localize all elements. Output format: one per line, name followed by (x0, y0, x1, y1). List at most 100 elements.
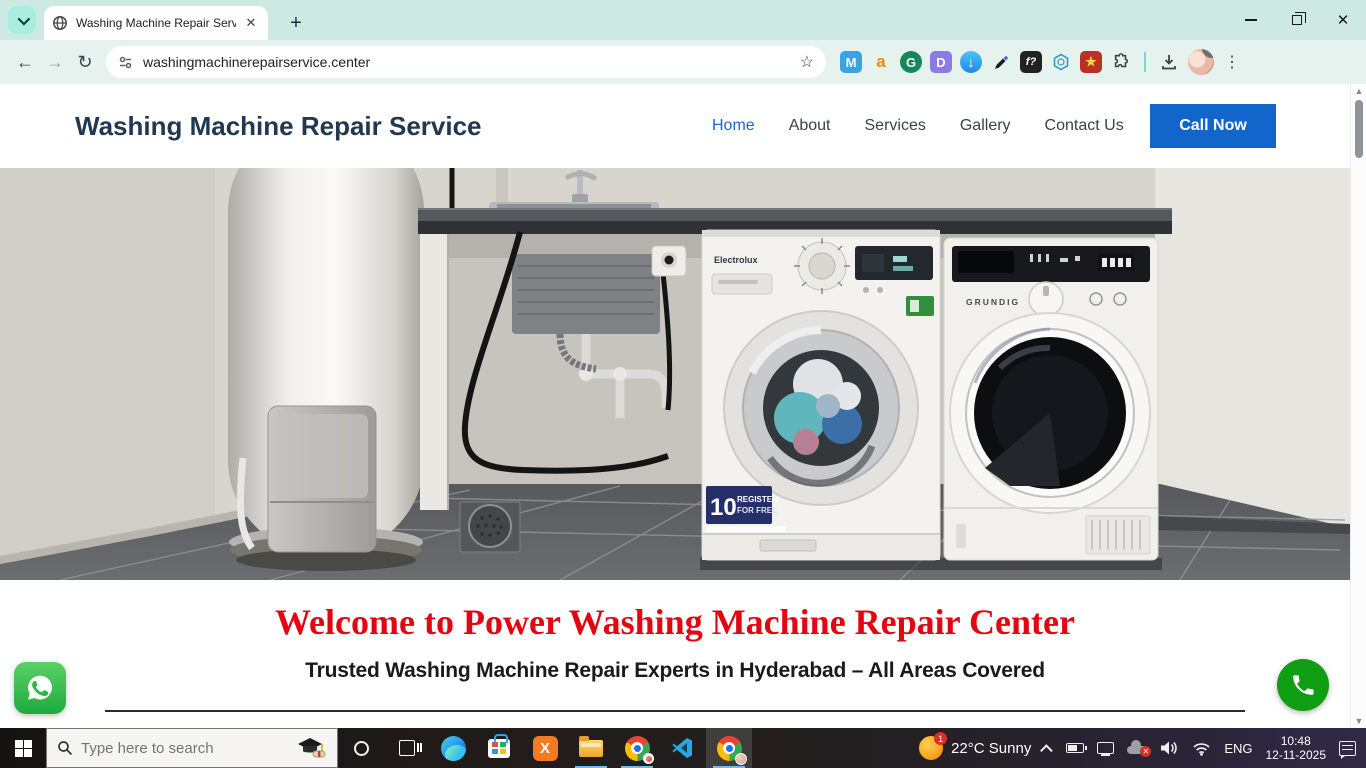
taskbar-chrome-active[interactable] (706, 728, 752, 768)
taskbar-xampp[interactable]: X (522, 728, 568, 768)
taskbar-store[interactable] (476, 728, 522, 768)
amazon-extension-icon[interactable]: a (870, 51, 892, 73)
sticker-number: 10 (710, 494, 737, 521)
eyedropper-extension-icon[interactable] (990, 51, 1012, 73)
vscode-icon (671, 736, 695, 760)
xampp-icon: X (533, 736, 558, 761)
page-scrollbar[interactable]: ▲ ▼ (1350, 84, 1366, 728)
task-view-icon (399, 740, 415, 756)
graduation-cap-icon (297, 736, 327, 760)
window-restore-button[interactable] (1274, 0, 1320, 40)
sun-icon: 1 (919, 736, 943, 760)
back-button[interactable]: ← (10, 47, 40, 77)
extensions-puzzle-icon[interactable] (1110, 51, 1132, 73)
taskbar-chrome[interactable] (614, 728, 660, 768)
font-finder-extension-icon[interactable]: f? (1020, 51, 1042, 73)
tab-title: Washing Machine Repair Servic (76, 16, 236, 30)
call-float-button[interactable] (1277, 659, 1329, 711)
window-minimize-button[interactable] (1228, 0, 1274, 40)
action-center-icon[interactable] (1339, 741, 1356, 756)
search-icon (57, 740, 73, 756)
taskbar-vscode[interactable] (660, 728, 706, 768)
windows-logo-icon (15, 740, 32, 757)
toolbar-divider (1144, 52, 1146, 72)
tab-close-icon[interactable]: ✕ (242, 14, 260, 32)
nav-services[interactable]: Services (865, 117, 926, 135)
close-icon: ✕ (1337, 11, 1350, 29)
bookmark-star-icon[interactable]: ☆ (800, 52, 814, 72)
battery-icon[interactable] (1066, 743, 1084, 753)
whatsapp-icon (23, 671, 57, 705)
web-hexagon-extension-icon[interactable] (1050, 51, 1072, 73)
display-cast-icon[interactable] (1097, 742, 1114, 754)
clock-date: 12-11-2025 (1266, 748, 1327, 762)
address-bar[interactable]: washingmachinerepairservice.center ☆ (106, 46, 826, 78)
scrollbar-thumb[interactable] (1355, 100, 1363, 158)
d-extension-icon[interactable]: D (930, 51, 952, 73)
mail-extension-icon[interactable]: M (840, 51, 862, 73)
call-now-button[interactable]: Call Now (1150, 104, 1276, 148)
browser-tab[interactable]: Washing Machine Repair Servic ✕ (44, 6, 268, 40)
nav-home[interactable]: Home (712, 117, 755, 135)
taskbar-clock[interactable]: 10:48 12-11-2025 (1266, 734, 1327, 762)
onedrive-cloud-icon[interactable]: ✕ (1127, 742, 1147, 754)
site-info-icon[interactable] (118, 55, 133, 70)
webpage: Washing Machine Repair Service Home Abou… (0, 84, 1350, 728)
chrome-profile-badge (735, 753, 747, 765)
nav-gallery[interactable]: Gallery (960, 117, 1011, 135)
cloud-error-badge: ✕ (1140, 746, 1151, 757)
page-title: Welcome to Power Washing Machine Repair … (0, 601, 1350, 643)
file-explorer-icon (579, 740, 603, 757)
dryer-brand-label: GRUNDIG (966, 297, 1020, 307)
water-heater (228, 168, 424, 571)
site-brand: Washing Machine Repair Service (75, 111, 482, 142)
downloads-button[interactable] (1158, 51, 1180, 73)
site-header: Washing Machine Repair Service Home Abou… (0, 84, 1350, 168)
tray-expand-icon[interactable] (1040, 744, 1053, 757)
weather-temp: 22°C (951, 740, 985, 757)
weather-desc: Sunny (989, 740, 1032, 757)
downloader-extension-icon[interactable]: ↓ (960, 51, 982, 73)
cortana-icon (354, 741, 369, 756)
volume-icon[interactable] (1160, 740, 1179, 756)
new-tab-button[interactable]: + (282, 9, 310, 37)
site-nav: Home About Services Gallery Contact Us (712, 117, 1124, 135)
scroll-up-icon[interactable]: ▲ (1351, 84, 1366, 98)
task-view-button[interactable] (384, 728, 430, 768)
taskbar-edge[interactable] (430, 728, 476, 768)
url-text[interactable]: washingmachinerepairservice.center (143, 54, 370, 70)
taskbar-file-explorer[interactable] (568, 728, 614, 768)
browser-menu-icon[interactable]: ⋮ (1224, 52, 1240, 72)
language-indicator[interactable]: ENG (1224, 741, 1252, 756)
taskbar-search[interactable] (46, 728, 338, 768)
reload-button[interactable]: ↻ (70, 47, 100, 77)
window-close-button[interactable]: ✕ (1320, 0, 1366, 40)
windows-taskbar: X 1 22°C Sunny ✕ (0, 728, 1366, 768)
nav-contact[interactable]: Contact Us (1045, 117, 1124, 135)
chevron-down-icon (17, 12, 30, 25)
hero-image: Electrolux (0, 168, 1350, 580)
laundry-room-scene: Electrolux (0, 168, 1350, 580)
whatsapp-button[interactable] (14, 662, 66, 714)
star-extension-icon[interactable]: ★ (1080, 51, 1102, 73)
profile-avatar[interactable] (1188, 49, 1214, 75)
washer-brand-label: Electrolux (714, 255, 758, 265)
globe-favicon-icon (52, 15, 68, 31)
chrome-badge (643, 753, 654, 764)
restore-icon (1292, 15, 1302, 25)
scroll-down-icon[interactable]: ▼ (1351, 714, 1366, 728)
nav-about[interactable]: About (789, 117, 831, 135)
start-button[interactable] (0, 728, 46, 768)
grammarly-extension-icon[interactable]: G (900, 51, 922, 73)
forward-button[interactable]: → (40, 47, 70, 77)
wifi-icon[interactable] (1192, 741, 1211, 756)
weather-widget[interactable]: 1 22°C Sunny (919, 736, 1031, 760)
cabinet-side-panel (420, 232, 448, 510)
browser-titlebar: Washing Machine Repair Servic ✕ + ✕ (0, 0, 1366, 40)
tab-search-button[interactable] (8, 6, 36, 34)
system-tray: 1 22°C Sunny ✕ ENG 10:48 12-11-2025 (919, 728, 1366, 768)
sticker-line2: FOR FREE (737, 506, 778, 515)
edge-icon (441, 736, 466, 761)
cortana-button[interactable] (338, 728, 384, 768)
search-input[interactable] (81, 740, 251, 757)
